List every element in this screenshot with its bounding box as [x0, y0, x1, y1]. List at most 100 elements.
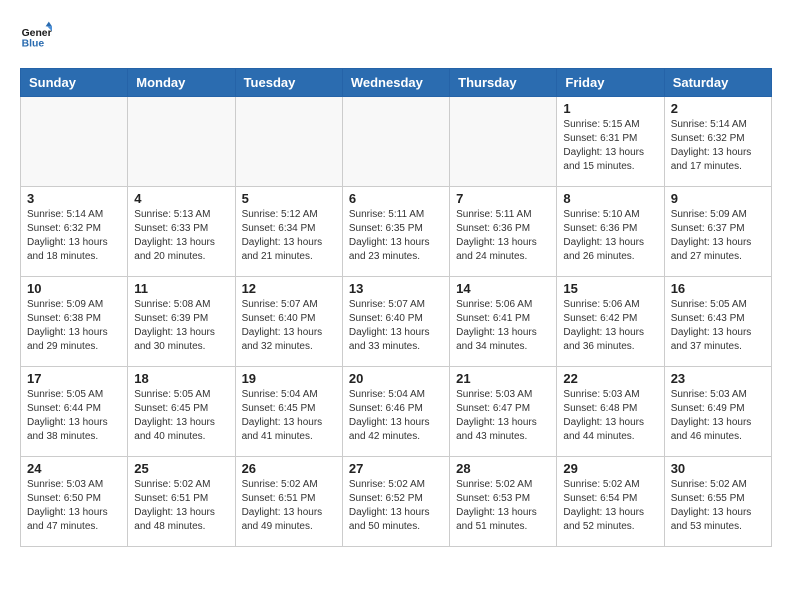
- day-number: 13: [349, 281, 443, 296]
- day-number: 14: [456, 281, 550, 296]
- day-info: Sunrise: 5:03 AM Sunset: 6:47 PM Dayligh…: [456, 388, 550, 444]
- week-row-4: 17 Sunrise: 5:05 AM Sunset: 6:44 PM Dayli…: [21, 367, 772, 457]
- calendar-cell: 9Sunrise: 5:09 AM Sunset: 6:37 PM Daylig…: [664, 187, 771, 277]
- calendar-cell: [21, 97, 128, 187]
- day-number: 17: [27, 371, 121, 386]
- day-number: 5: [242, 191, 336, 206]
- day-info: Sunrise: 5:09 AM Sunset: 6:37 PM Dayligh…: [671, 208, 765, 264]
- day-number: 28: [456, 461, 550, 476]
- calendar-cell: 30Sunrise: 5:02 AM Sunset: 6:55 PM Dayli…: [664, 457, 771, 547]
- day-number: 6: [349, 191, 443, 206]
- calendar-cell: 26 Sunrise: 5:02 AM Sunset: 6:51 PM Dayli…: [235, 457, 342, 547]
- day-info: Sunrise: 5:15 AM Sunset: 6:31 PM Dayligh…: [563, 118, 657, 174]
- day-number: 16: [671, 281, 765, 296]
- day-number: 11: [134, 281, 228, 296]
- day-info: Sunrise: 5:12 AM Sunset: 6:34 PM Dayligh…: [242, 208, 336, 264]
- day-info: Sunrise: 5:11 AM Sunset: 6:36 PM Dayligh…: [456, 208, 550, 264]
- weekday-header-tuesday: Tuesday: [235, 69, 342, 97]
- day-number: 20: [349, 371, 443, 386]
- day-number: 12: [242, 281, 336, 296]
- svg-text:Blue: Blue: [22, 38, 45, 49]
- day-number: 15: [563, 281, 657, 296]
- day-info: Sunrise: 5:08 AM Sunset: 6:39 PM Dayligh…: [134, 298, 228, 354]
- day-number: 25: [134, 461, 228, 476]
- day-number: 10: [27, 281, 121, 296]
- day-info: Sunrise: 5:11 AM Sunset: 6:35 PM Dayligh…: [349, 208, 443, 264]
- calendar-cell: 27 Sunrise: 5:02 AM Sunset: 6:52 PM Dayli…: [342, 457, 449, 547]
- calendar-cell: 17 Sunrise: 5:05 AM Sunset: 6:44 PM Dayli…: [21, 367, 128, 457]
- calendar-cell: 21Sunrise: 5:03 AM Sunset: 6:47 PM Dayli…: [450, 367, 557, 457]
- page-header: General Blue: [20, 20, 772, 52]
- day-info: Sunrise: 5:14 AM Sunset: 6:32 PM Dayligh…: [671, 118, 765, 174]
- day-info: Sunrise: 5:06 AM Sunset: 6:41 PM Dayligh…: [456, 298, 550, 354]
- day-number: 8: [563, 191, 657, 206]
- day-info: Sunrise: 5:09 AM Sunset: 6:38 PM Dayligh…: [27, 298, 121, 354]
- day-info: Sunrise: 5:13 AM Sunset: 6:33 PM Dayligh…: [134, 208, 228, 264]
- week-row-1: 1Sunrise: 5:15 AM Sunset: 6:31 PM Daylig…: [21, 97, 772, 187]
- logo-icon: General Blue: [20, 20, 52, 52]
- day-info: Sunrise: 5:04 AM Sunset: 6:46 PM Dayligh…: [349, 388, 443, 444]
- day-info: Sunrise: 5:03 AM Sunset: 6:49 PM Dayligh…: [671, 388, 765, 444]
- calendar-cell: 1Sunrise: 5:15 AM Sunset: 6:31 PM Daylig…: [557, 97, 664, 187]
- week-row-3: 10 Sunrise: 5:09 AM Sunset: 6:38 PM Dayli…: [21, 277, 772, 367]
- day-number: 19: [242, 371, 336, 386]
- svg-text:General: General: [22, 28, 52, 39]
- weekday-header-sunday: Sunday: [21, 69, 128, 97]
- day-info: Sunrise: 5:02 AM Sunset: 6:51 PM Dayligh…: [242, 478, 336, 534]
- day-number: 4: [134, 191, 228, 206]
- calendar-cell: 13Sunrise: 5:07 AM Sunset: 6:40 PM Dayli…: [342, 277, 449, 367]
- calendar-cell: 23 Sunrise: 5:03 AM Sunset: 6:49 PM Dayli…: [664, 367, 771, 457]
- calendar-cell: 7 Sunrise: 5:11 AM Sunset: 6:36 PM Daylig…: [450, 187, 557, 277]
- logo: General Blue: [20, 20, 56, 52]
- day-number: 7: [456, 191, 550, 206]
- day-info: Sunrise: 5:03 AM Sunset: 6:48 PM Dayligh…: [563, 388, 657, 444]
- calendar-cell: 5 Sunrise: 5:12 AM Sunset: 6:34 PM Daylig…: [235, 187, 342, 277]
- calendar-cell: 24 Sunrise: 5:03 AM Sunset: 6:50 PM Dayli…: [21, 457, 128, 547]
- calendar-cell: 22 Sunrise: 5:03 AM Sunset: 6:48 PM Dayli…: [557, 367, 664, 457]
- calendar-cell: [342, 97, 449, 187]
- day-info: Sunrise: 5:02 AM Sunset: 6:55 PM Dayligh…: [671, 478, 765, 534]
- calendar-cell: 4 Sunrise: 5:13 AM Sunset: 6:33 PM Daylig…: [128, 187, 235, 277]
- day-number: 23: [671, 371, 765, 386]
- day-number: 22: [563, 371, 657, 386]
- day-info: Sunrise: 5:02 AM Sunset: 6:52 PM Dayligh…: [349, 478, 443, 534]
- day-info: Sunrise: 5:03 AM Sunset: 6:50 PM Dayligh…: [27, 478, 121, 534]
- calendar-cell: 29 Sunrise: 5:02 AM Sunset: 6:54 PM Dayli…: [557, 457, 664, 547]
- weekday-header-wednesday: Wednesday: [342, 69, 449, 97]
- day-info: Sunrise: 5:02 AM Sunset: 6:51 PM Dayligh…: [134, 478, 228, 534]
- calendar-cell: 18 Sunrise: 5:05 AM Sunset: 6:45 PM Dayli…: [128, 367, 235, 457]
- day-info: Sunrise: 5:14 AM Sunset: 6:32 PM Dayligh…: [27, 208, 121, 264]
- calendar-cell: 15 Sunrise: 5:06 AM Sunset: 6:42 PM Dayli…: [557, 277, 664, 367]
- calendar-cell: [128, 97, 235, 187]
- day-number: 18: [134, 371, 228, 386]
- weekday-header-row: SundayMondayTuesdayWednesdayThursdayFrid…: [21, 69, 772, 97]
- calendar-cell: 12 Sunrise: 5:07 AM Sunset: 6:40 PM Dayli…: [235, 277, 342, 367]
- calendar-table: SundayMondayTuesdayWednesdayThursdayFrid…: [20, 68, 772, 547]
- day-info: Sunrise: 5:05 AM Sunset: 6:43 PM Dayligh…: [671, 298, 765, 354]
- calendar-cell: 25 Sunrise: 5:02 AM Sunset: 6:51 PM Dayli…: [128, 457, 235, 547]
- day-number: 27: [349, 461, 443, 476]
- day-info: Sunrise: 5:07 AM Sunset: 6:40 PM Dayligh…: [242, 298, 336, 354]
- calendar-cell: 6 Sunrise: 5:11 AM Sunset: 6:35 PM Daylig…: [342, 187, 449, 277]
- day-number: 2: [671, 101, 765, 116]
- weekday-header-friday: Friday: [557, 69, 664, 97]
- calendar-cell: 2 Sunrise: 5:14 AM Sunset: 6:32 PM Daylig…: [664, 97, 771, 187]
- week-row-5: 24 Sunrise: 5:03 AM Sunset: 6:50 PM Dayli…: [21, 457, 772, 547]
- day-info: Sunrise: 5:06 AM Sunset: 6:42 PM Dayligh…: [563, 298, 657, 354]
- day-number: 29: [563, 461, 657, 476]
- calendar-cell: 14 Sunrise: 5:06 AM Sunset: 6:41 PM Dayli…: [450, 277, 557, 367]
- calendar-cell: 11 Sunrise: 5:08 AM Sunset: 6:39 PM Dayli…: [128, 277, 235, 367]
- day-info: Sunrise: 5:05 AM Sunset: 6:45 PM Dayligh…: [134, 388, 228, 444]
- day-number: 26: [242, 461, 336, 476]
- day-info: Sunrise: 5:02 AM Sunset: 6:54 PM Dayligh…: [563, 478, 657, 534]
- week-row-2: 3 Sunrise: 5:14 AM Sunset: 6:32 PM Daylig…: [21, 187, 772, 277]
- day-info: Sunrise: 5:04 AM Sunset: 6:45 PM Dayligh…: [242, 388, 336, 444]
- calendar-cell: 3 Sunrise: 5:14 AM Sunset: 6:32 PM Daylig…: [21, 187, 128, 277]
- day-info: Sunrise: 5:02 AM Sunset: 6:53 PM Dayligh…: [456, 478, 550, 534]
- calendar-cell: [235, 97, 342, 187]
- day-number: 3: [27, 191, 121, 206]
- day-number: 24: [27, 461, 121, 476]
- day-info: Sunrise: 5:10 AM Sunset: 6:36 PM Dayligh…: [563, 208, 657, 264]
- calendar-cell: 10 Sunrise: 5:09 AM Sunset: 6:38 PM Dayli…: [21, 277, 128, 367]
- day-info: Sunrise: 5:05 AM Sunset: 6:44 PM Dayligh…: [27, 388, 121, 444]
